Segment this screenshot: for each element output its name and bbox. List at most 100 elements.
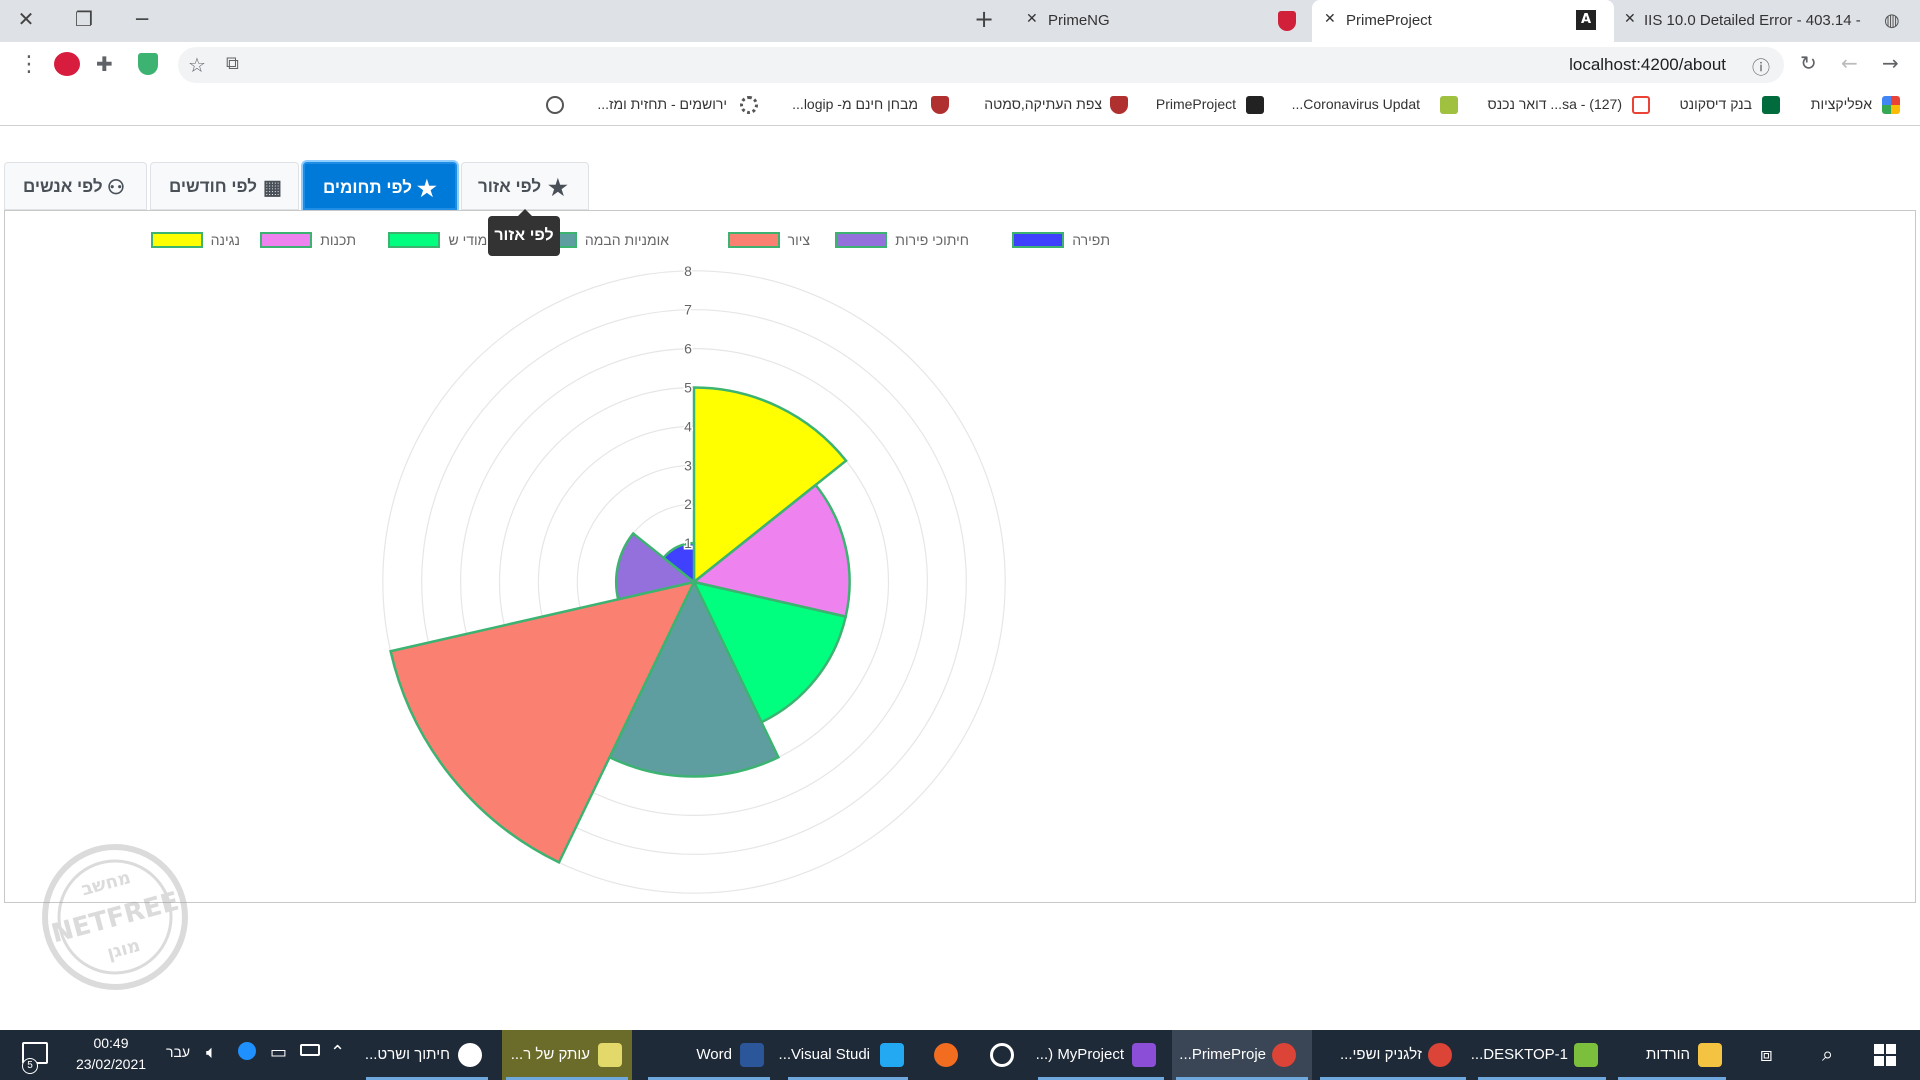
bookmark-bank[interactable]: בנק דיסקונט <box>1680 96 1752 112</box>
tab-title: PrimeProject <box>1346 12 1432 29</box>
forward-icon[interactable]: → <box>1882 51 1899 75</box>
apps-grid-icon <box>1882 96 1900 114</box>
search-icon[interactable]: ⌕ <box>1822 1042 1833 1066</box>
taskbar-label: עותק של ר... <box>510 1046 590 1063</box>
taskbar-label: חיתוך ושרט... <box>364 1046 450 1063</box>
chevron-up-icon[interactable]: ⌃ <box>330 1042 345 1063</box>
taskbar-label: Word <box>696 1046 732 1063</box>
volume-icon[interactable]: 🔈︎ <box>206 1042 217 1063</box>
legend-swatch <box>835 232 888 248</box>
task-view-icon[interactable]: ⧈ <box>1760 1042 1773 1066</box>
bookmark-logip[interactable]: מבחן חינם מ- logip... <box>792 96 918 112</box>
taskbar-item-copy[interactable]: עותק של ר... <box>502 1030 632 1080</box>
taskbar-item-vscode[interactable]: Visual Studi... <box>779 1030 912 1080</box>
bookmark-safed[interactable]: צפת העתיקה,סמטה <box>984 96 1102 112</box>
bookmark-primeproject[interactable]: PrimeProject <box>1156 96 1236 112</box>
legend-swatch <box>727 232 780 248</box>
users-icon: ⚇ <box>107 177 125 199</box>
netfree-watermark: מחשב NETFREE מוגן <box>42 844 188 990</box>
taskbar-item-desktop[interactable]: DESKTOP-1... <box>1470 1030 1610 1080</box>
legend-item[interactable]: תפירה <box>960 232 1110 248</box>
chart-panel <box>4 210 1916 903</box>
edge-icon[interactable] <box>238 1042 256 1060</box>
bookmark-corona[interactable]: Coronavirus Updat... <box>1292 96 1420 112</box>
taskbar-item-myproject[interactable]: MyProject (... <box>1034 1030 1168 1080</box>
restore-window-icon[interactable]: ❐ <box>66 4 102 34</box>
bank-icon <box>1762 96 1780 114</box>
bookmark-gmail[interactable]: (127) - sa... דואר נכנס <box>1488 96 1622 112</box>
taskbar-item-chrome-1[interactable]: זלגניק ושפי... <box>1316 1030 1470 1080</box>
legend-label: ציור <box>787 232 810 248</box>
chrome-icon <box>1272 1043 1296 1067</box>
taskbar-label: Visual Studi... <box>778 1046 870 1063</box>
legend-swatch <box>150 232 203 248</box>
clapper-icon <box>598 1043 622 1067</box>
legend-item[interactable]: נגינה <box>90 232 240 248</box>
shield-icon <box>931 96 949 114</box>
word-icon <box>740 1043 764 1067</box>
language-indicator[interactable]: עבר <box>166 1044 190 1060</box>
taskbar-label: זלגניק ושפי... <box>1340 1046 1422 1063</box>
close-tab-icon[interactable]: ✕ <box>1026 11 1038 27</box>
angular-icon <box>1246 96 1264 114</box>
compass-app-icon[interactable] <box>934 1043 958 1067</box>
close-window-icon[interactable]: ✕ <box>8 4 44 34</box>
shield-extension-icon[interactable] <box>138 53 158 75</box>
legend-label: אומניות הבמה <box>584 232 669 248</box>
reload-icon[interactable]: ↻ <box>1800 51 1817 75</box>
omnibox[interactable]: ☆ ⧉ localhost:4200/about ⓘ <box>178 47 1784 83</box>
legend-label: חיתוכי פירות <box>895 232 969 248</box>
watermark-top-text: מחשב <box>79 867 133 900</box>
menu-icon[interactable]: ⋮ <box>18 52 40 77</box>
taskbar-label: PrimeProje... <box>1179 1046 1266 1063</box>
tab-by-region[interactable]: ★ לפי אזור <box>461 162 589 210</box>
taskbar-item-snip[interactable]: חיתוך ושרט... <box>362 1030 492 1080</box>
legend-item[interactable]: לימודי ש <box>348 232 498 248</box>
battery-icon[interactable] <box>300 1044 320 1056</box>
legend-item[interactable]: חיתוכי פירות <box>819 232 969 248</box>
taskbar-item-primeproject[interactable]: PrimeProje... <box>1172 1030 1312 1080</box>
chrome-icon <box>1428 1043 1452 1067</box>
close-tab-icon[interactable]: ✕ <box>1324 11 1336 27</box>
minimize-window-icon[interactable]: ─ <box>124 4 160 34</box>
tab-primeng[interactable]: ✕ PrimeNG <box>1014 0 1309 42</box>
star-icon: ★ <box>417 176 437 201</box>
back-icon[interactable]: ← <box>1841 51 1858 75</box>
legend-swatch <box>260 232 313 248</box>
taskbar-item-word[interactable]: Word <box>644 1030 774 1080</box>
star-bookmark-icon[interactable]: ☆ <box>188 53 206 77</box>
tab-iis-error[interactable]: ✕ IIS 10.0 Detailed Error - 403.14 - ◍ <box>1616 0 1920 42</box>
new-tab-icon[interactable]: + <box>966 4 1002 34</box>
windows-start-icon[interactable] <box>1874 1044 1896 1066</box>
browser-tab-strip: ✕ ❐ ─ + ✕ PrimeNG ✕ PrimeProject A ✕ IIS… <box>0 0 1920 42</box>
watermark-bottom-text: מוגן <box>105 935 143 964</box>
legend-item[interactable]: ציור <box>660 232 810 248</box>
legend-swatch <box>388 232 441 248</box>
extensions-icon[interactable]: ✚ <box>96 52 113 76</box>
taskbar-label: DESKTOP-1... <box>1470 1046 1568 1063</box>
url-text[interactable]: localhost:4200/about <box>1569 55 1726 75</box>
angular-icon: A <box>1576 10 1596 30</box>
browser-toolbar: ⋮ ✚ ☆ ⧉ localhost:4200/about ⓘ ↻ ← → <box>0 42 1920 88</box>
taskbar-item-downloads[interactable]: הורדות <box>1614 1030 1730 1080</box>
snip-icon <box>458 1043 482 1067</box>
calendar-icon: ▦ <box>263 177 282 199</box>
tab-by-fields[interactable]: ★ לפי תחומים <box>303 162 457 210</box>
tooltip: לפי אזור <box>488 209 560 256</box>
close-tab-icon[interactable]: ✕ <box>1624 11 1636 27</box>
info-icon[interactable]: ⓘ <box>1752 54 1770 80</box>
heart-extension-icon[interactable] <box>54 52 80 76</box>
tab-label: לפי אנשים <box>23 177 103 196</box>
clock-date[interactable]: 23/02/2021 <box>66 1056 156 1072</box>
translate-icon[interactable]: ⧉ <box>226 53 239 74</box>
tab-title: IIS 10.0 Detailed Error - 403.14 - <box>1644 12 1861 29</box>
bookmark-weather[interactable]: ירושמים - תחזית ומז... <box>597 96 727 112</box>
tab-by-people[interactable]: ⚇ לפי אנשים <box>4 162 147 210</box>
clock-time[interactable]: 00:49 <box>66 1035 156 1051</box>
tab-primeproject[interactable]: ✕ PrimeProject A <box>1312 0 1614 42</box>
tab-by-months[interactable]: ▦ לפי חודשים <box>150 162 299 210</box>
globe-icon: ◍ <box>1884 10 1900 31</box>
bookmark-apps[interactable]: אפליקציות <box>1811 96 1872 112</box>
network-icon[interactable]: ▭ <box>270 1042 287 1063</box>
media-player-icon[interactable] <box>990 1043 1014 1067</box>
